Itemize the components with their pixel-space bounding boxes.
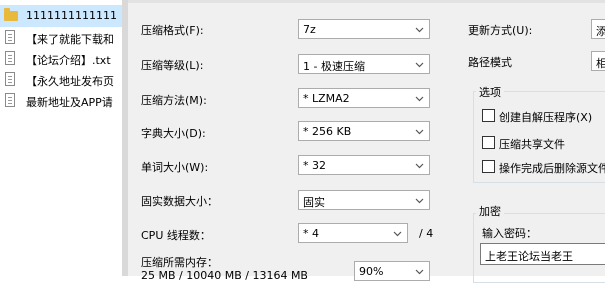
level-select[interactable]: 1 - 极速压缩 bbox=[298, 54, 430, 74]
password-label: 输入密码： bbox=[482, 227, 537, 240]
format-value: 7z bbox=[303, 23, 316, 36]
chevron-down-icon bbox=[415, 25, 424, 34]
file-name: 最新地址及APP请 bbox=[26, 96, 113, 109]
solid-block-label: 固实数据大小： bbox=[141, 195, 218, 208]
format-label: 压缩格式(F): bbox=[141, 24, 204, 37]
update-mode-select[interactable]: 添 bbox=[591, 19, 605, 39]
update-mode-label: 更新方式(U): bbox=[468, 24, 533, 37]
add-to-archive-dialog: 压缩格式(F): 7z 压缩等级(L): 1 - 极速压缩 压缩方法(M): *… bbox=[122, 0, 605, 283]
file-item[interactable]: 最新地址及APP请 bbox=[0, 90, 122, 112]
password-input-value: 上老王论坛当老王 bbox=[485, 250, 573, 263]
document-icon bbox=[5, 30, 15, 44]
cpu-threads-value: * 4 bbox=[303, 227, 319, 240]
path-mode-select[interactable]: 相 bbox=[591, 51, 605, 71]
dialog-top-border bbox=[128, 0, 605, 3]
file-item-folder[interactable]: 1111111111111 bbox=[0, 5, 122, 27]
cpu-threads-max: / 4 bbox=[419, 227, 434, 240]
method-label: 压缩方法(M): bbox=[141, 94, 207, 107]
method-value: * LZMA2 bbox=[303, 92, 350, 105]
chevron-down-icon bbox=[415, 161, 424, 170]
file-name: 1111111111111 bbox=[26, 9, 117, 22]
cpu-threads-select[interactable]: * 4 bbox=[298, 223, 408, 243]
word-size-value: * 32 bbox=[303, 159, 326, 172]
options-group-title: 选项 bbox=[476, 84, 504, 100]
method-select[interactable]: * LZMA2 bbox=[298, 88, 430, 108]
file-name: 【永久地址发布页 bbox=[26, 75, 114, 88]
solid-block-select[interactable]: 固实 bbox=[298, 190, 430, 210]
sfx-checkbox-label: 创建自解压程序(X) bbox=[499, 111, 593, 124]
dict-size-label: 字典大小(D): bbox=[141, 127, 206, 140]
shared-files-checkbox-label: 压缩共享文件 bbox=[499, 138, 565, 151]
word-size-label: 单词大小(W): bbox=[141, 161, 209, 174]
memory-percent-value: 90% bbox=[359, 265, 384, 278]
file-item[interactable]: 【论坛介绍】.txt bbox=[0, 48, 122, 70]
chevron-down-icon bbox=[393, 229, 402, 238]
delete-source-checkbox-label: 操作完成后删除源文件 bbox=[499, 162, 605, 175]
file-name: 【来了就能下载和 bbox=[26, 33, 114, 46]
file-list: 1111111111111 【来了就能下载和 【论坛介绍】.txt 【永久地址发… bbox=[0, 0, 122, 276]
level-label: 压缩等级(L): bbox=[141, 59, 204, 72]
sfx-checkbox[interactable] bbox=[482, 109, 495, 122]
delete-source-checkbox[interactable] bbox=[482, 160, 495, 173]
path-mode-label: 路径模式 bbox=[468, 56, 512, 69]
dict-size-value: * 256 KB bbox=[303, 125, 352, 138]
file-item[interactable]: 【来了就能下载和 bbox=[0, 27, 122, 49]
format-select[interactable]: 7z bbox=[298, 19, 430, 39]
document-icon bbox=[5, 51, 15, 65]
password-input[interactable]: 上老王论坛当老王 bbox=[480, 243, 605, 265]
file-name: 【论坛介绍】.txt bbox=[26, 54, 111, 67]
file-item[interactable]: 【永久地址发布页 bbox=[0, 69, 122, 91]
memory-percent-select[interactable]: 90% bbox=[354, 261, 430, 281]
path-mode-value: 相 bbox=[596, 55, 605, 70]
word-size-select[interactable]: * 32 bbox=[298, 155, 430, 175]
encryption-group-title: 加密 bbox=[476, 203, 504, 219]
chevron-down-icon bbox=[415, 94, 424, 103]
chevron-down-icon bbox=[415, 267, 424, 276]
dict-size-select[interactable]: * 256 KB bbox=[298, 121, 430, 141]
chevron-down-icon bbox=[415, 196, 424, 205]
cpu-threads-label: CPU 线程数： bbox=[141, 229, 211, 242]
memory-label: 压缩所需内存： bbox=[141, 256, 218, 269]
folder-icon bbox=[4, 8, 18, 21]
chevron-down-icon bbox=[415, 127, 424, 136]
document-icon bbox=[5, 72, 15, 86]
chevron-down-icon bbox=[415, 60, 424, 69]
level-value: 1 - 极速压缩 bbox=[303, 60, 365, 73]
shared-files-checkbox[interactable] bbox=[482, 136, 495, 149]
document-icon bbox=[5, 93, 15, 107]
solid-block-value: 固实 bbox=[303, 196, 325, 209]
update-mode-value: 添 bbox=[596, 23, 605, 38]
